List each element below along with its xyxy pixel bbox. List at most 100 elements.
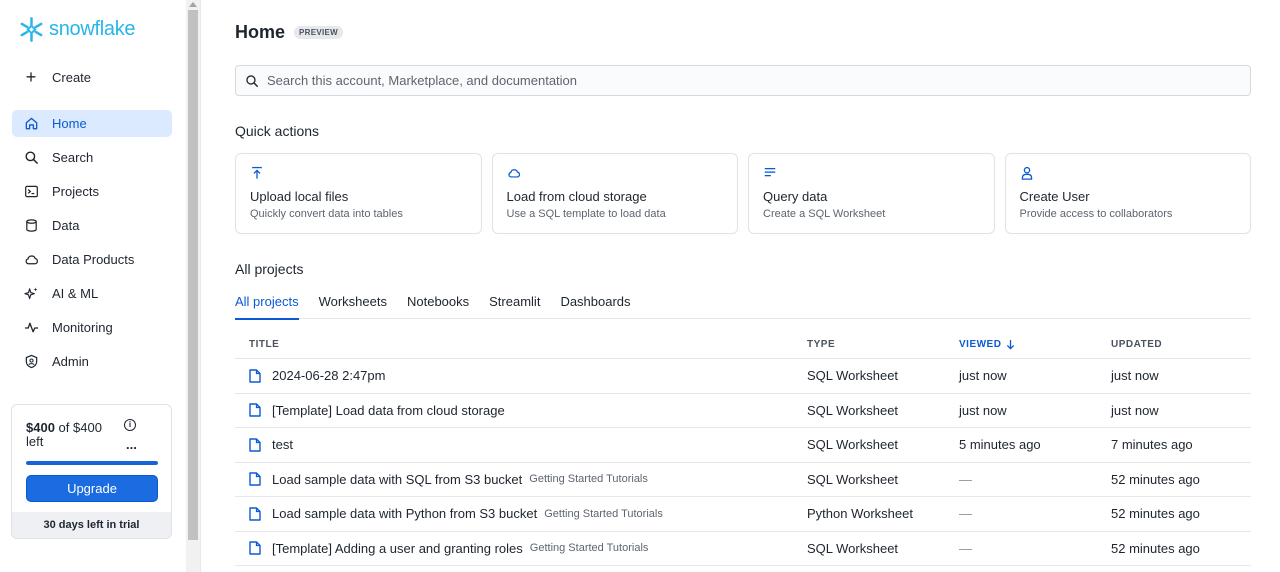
table-row[interactable]: [Template] Adding a user and granting ro… [235,532,1251,566]
row-title[interactable]: test [272,437,293,452]
row-title[interactable]: 2024-06-28 2:47pm [272,368,385,383]
search-icon [245,74,259,88]
tab-all-projects[interactable]: All projects [235,294,299,320]
sidebar-item-label: Monitoring [52,320,113,335]
sidebar-item-projects[interactable]: Projects [12,178,172,205]
quick-action-load-cloud-storage[interactable]: Load from cloud storage Use a SQL templa… [491,153,738,234]
snowflake-logo[interactable]: snowflake [18,16,136,43]
quick-actions-title: Quick actions [235,123,320,139]
create-label: Create [52,69,92,85]
snowflake-logo-icon [20,17,43,42]
row-title-cell: Load sample data with SQL from S3 bucket… [235,472,807,487]
quick-action-upload-local-files[interactable]: Upload local files Quickly convert data … [235,153,482,234]
row-title-cell: [Template] Adding a user and granting ro… [235,541,807,556]
sidebar-item-monitoring[interactable]: Monitoring [12,314,172,341]
row-title[interactable]: Load sample data with SQL from S3 bucket [272,472,522,487]
upgrade-button[interactable]: Upgrade [26,475,158,502]
row-title[interactable]: [Template] Adding a user and granting ro… [272,541,523,556]
sidebar-item-label: Search [52,150,94,165]
lines-icon [763,166,777,180]
scroll-up-arrow-icon[interactable] [189,2,197,7]
sidebar-item-label: Projects [52,184,99,199]
column-header-type[interactable]: TYPE [807,339,959,350]
credit-remaining: $400 [26,420,55,435]
file-icon [249,369,261,383]
row-title-cell: 2024-06-28 2:47pm [235,368,807,383]
sort-descending-icon [1007,339,1015,350]
sidebar-item-home[interactable]: Home [12,110,172,137]
sidebar-item-label: Admin [52,354,89,369]
sidebar-item-label: Home [52,116,87,131]
table-body: 2024-06-28 2:47pm SQL Worksheet just now ju… [235,359,1251,566]
search-input[interactable] [267,73,1172,88]
sidebar-item-data[interactable]: Data [12,212,172,239]
tab-streamlit[interactable]: Streamlit [489,294,540,319]
quick-action-query-data[interactable]: Query data Create a SQL Worksheet [748,153,995,234]
row-viewed: — [959,471,972,487]
sidebar-divider [200,0,201,572]
row-title[interactable]: Load sample data with Python from S3 buc… [272,506,537,521]
cloud-icon [24,252,39,267]
row-updated: just now [1111,368,1159,384]
row-type: SQL Worksheet [807,437,899,453]
sidebar-item-admin[interactable]: Admin [12,348,172,375]
sidebar-item-search[interactable]: Search [12,144,172,171]
all-projects-title: All projects [235,261,304,277]
row-type: SQL Worksheet [807,540,899,556]
column-header-title[interactable]: TITLE [235,339,807,350]
table-row[interactable]: Load sample data with Python from S3 buc… [235,497,1251,532]
sidebar-item-label: AI & ML [52,286,99,301]
table-row[interactable]: 2024-06-28 2:47pm SQL Worksheet just now ju… [235,359,1251,394]
row-updated: 52 minutes ago [1111,540,1200,556]
row-type: SQL Worksheet [807,471,899,487]
table-row[interactable]: Load sample data with SQL from S3 bucket… [235,463,1251,497]
file-icon [249,438,261,452]
tab-worksheets[interactable]: Worksheets [319,294,387,319]
row-title-cell: test [235,437,807,452]
quick-action-subtitle: Use a SQL template to load data [506,208,666,220]
brand-name: snowflake [49,18,136,40]
table-row[interactable]: [Template] Load data from cloud storage S… [235,394,1251,428]
tab-dashboards[interactable]: Dashboards [560,294,630,319]
row-viewed: just now [959,368,1007,384]
sidebar-item-ai-ml[interactable]: AI & ML [12,280,172,307]
credit-progress-bar [26,461,158,465]
quick-action-subtitle: Quickly convert data into tables [250,208,403,220]
page-title: Home [235,22,286,42]
page-header: Home PREVIEW [235,22,344,43]
column-header-updated[interactable]: UPDATED [1111,339,1251,350]
quick-actions: Upload local files Quickly convert data … [235,153,1251,234]
file-icon [249,507,261,521]
row-folder-tag[interactable]: Getting Started Tutorials [544,508,663,520]
tab-notebooks[interactable]: Notebooks [407,294,469,319]
row-folder-tag[interactable]: Getting Started Tutorials [530,542,649,554]
column-header-viewed-label: VIEWED [959,338,1002,350]
row-folder-tag[interactable]: Getting Started Tutorials [529,473,648,485]
table-row[interactable]: test SQL Worksheet 5 minutes ago 7 minutes … [235,428,1251,463]
row-type: SQL Worksheet [807,402,899,418]
more-options-icon[interactable]: ... [126,437,137,452]
sidebar-scrollbar-thumb[interactable] [188,10,198,540]
sidebar-item-label: Data [52,218,80,233]
sidebar-item-label: Data Products [52,252,135,267]
user-icon [1020,166,1034,180]
credit-total: of $400 [58,420,102,435]
app-window: snowflake + Create Home Search Projects … [0,0,1280,572]
quick-action-title: Query data [763,189,828,204]
upload-icon [250,166,264,180]
terminal-icon [24,184,39,199]
sparkle-icon [24,286,39,301]
sidebar-item-data-products[interactable]: Data Products [12,246,172,273]
project-tabs: All projects Worksheets Notebooks Stream… [235,294,1251,320]
search-bar[interactable] [235,65,1251,96]
quick-action-create-user[interactable]: Create User Provide access to collaborat… [1004,153,1251,234]
row-title[interactable]: [Template] Load data from cloud storage [272,403,505,418]
row-type: SQL Worksheet [807,368,899,384]
info-icon[interactable]: i [124,419,136,431]
create-button[interactable]: + Create [24,68,92,86]
row-viewed: — [959,540,972,556]
row-updated: 52 minutes ago [1111,506,1200,522]
quick-action-title: Create User [1019,189,1090,204]
column-header-viewed[interactable]: VIEWED [959,339,1111,350]
preview-badge: PREVIEW [294,26,344,39]
